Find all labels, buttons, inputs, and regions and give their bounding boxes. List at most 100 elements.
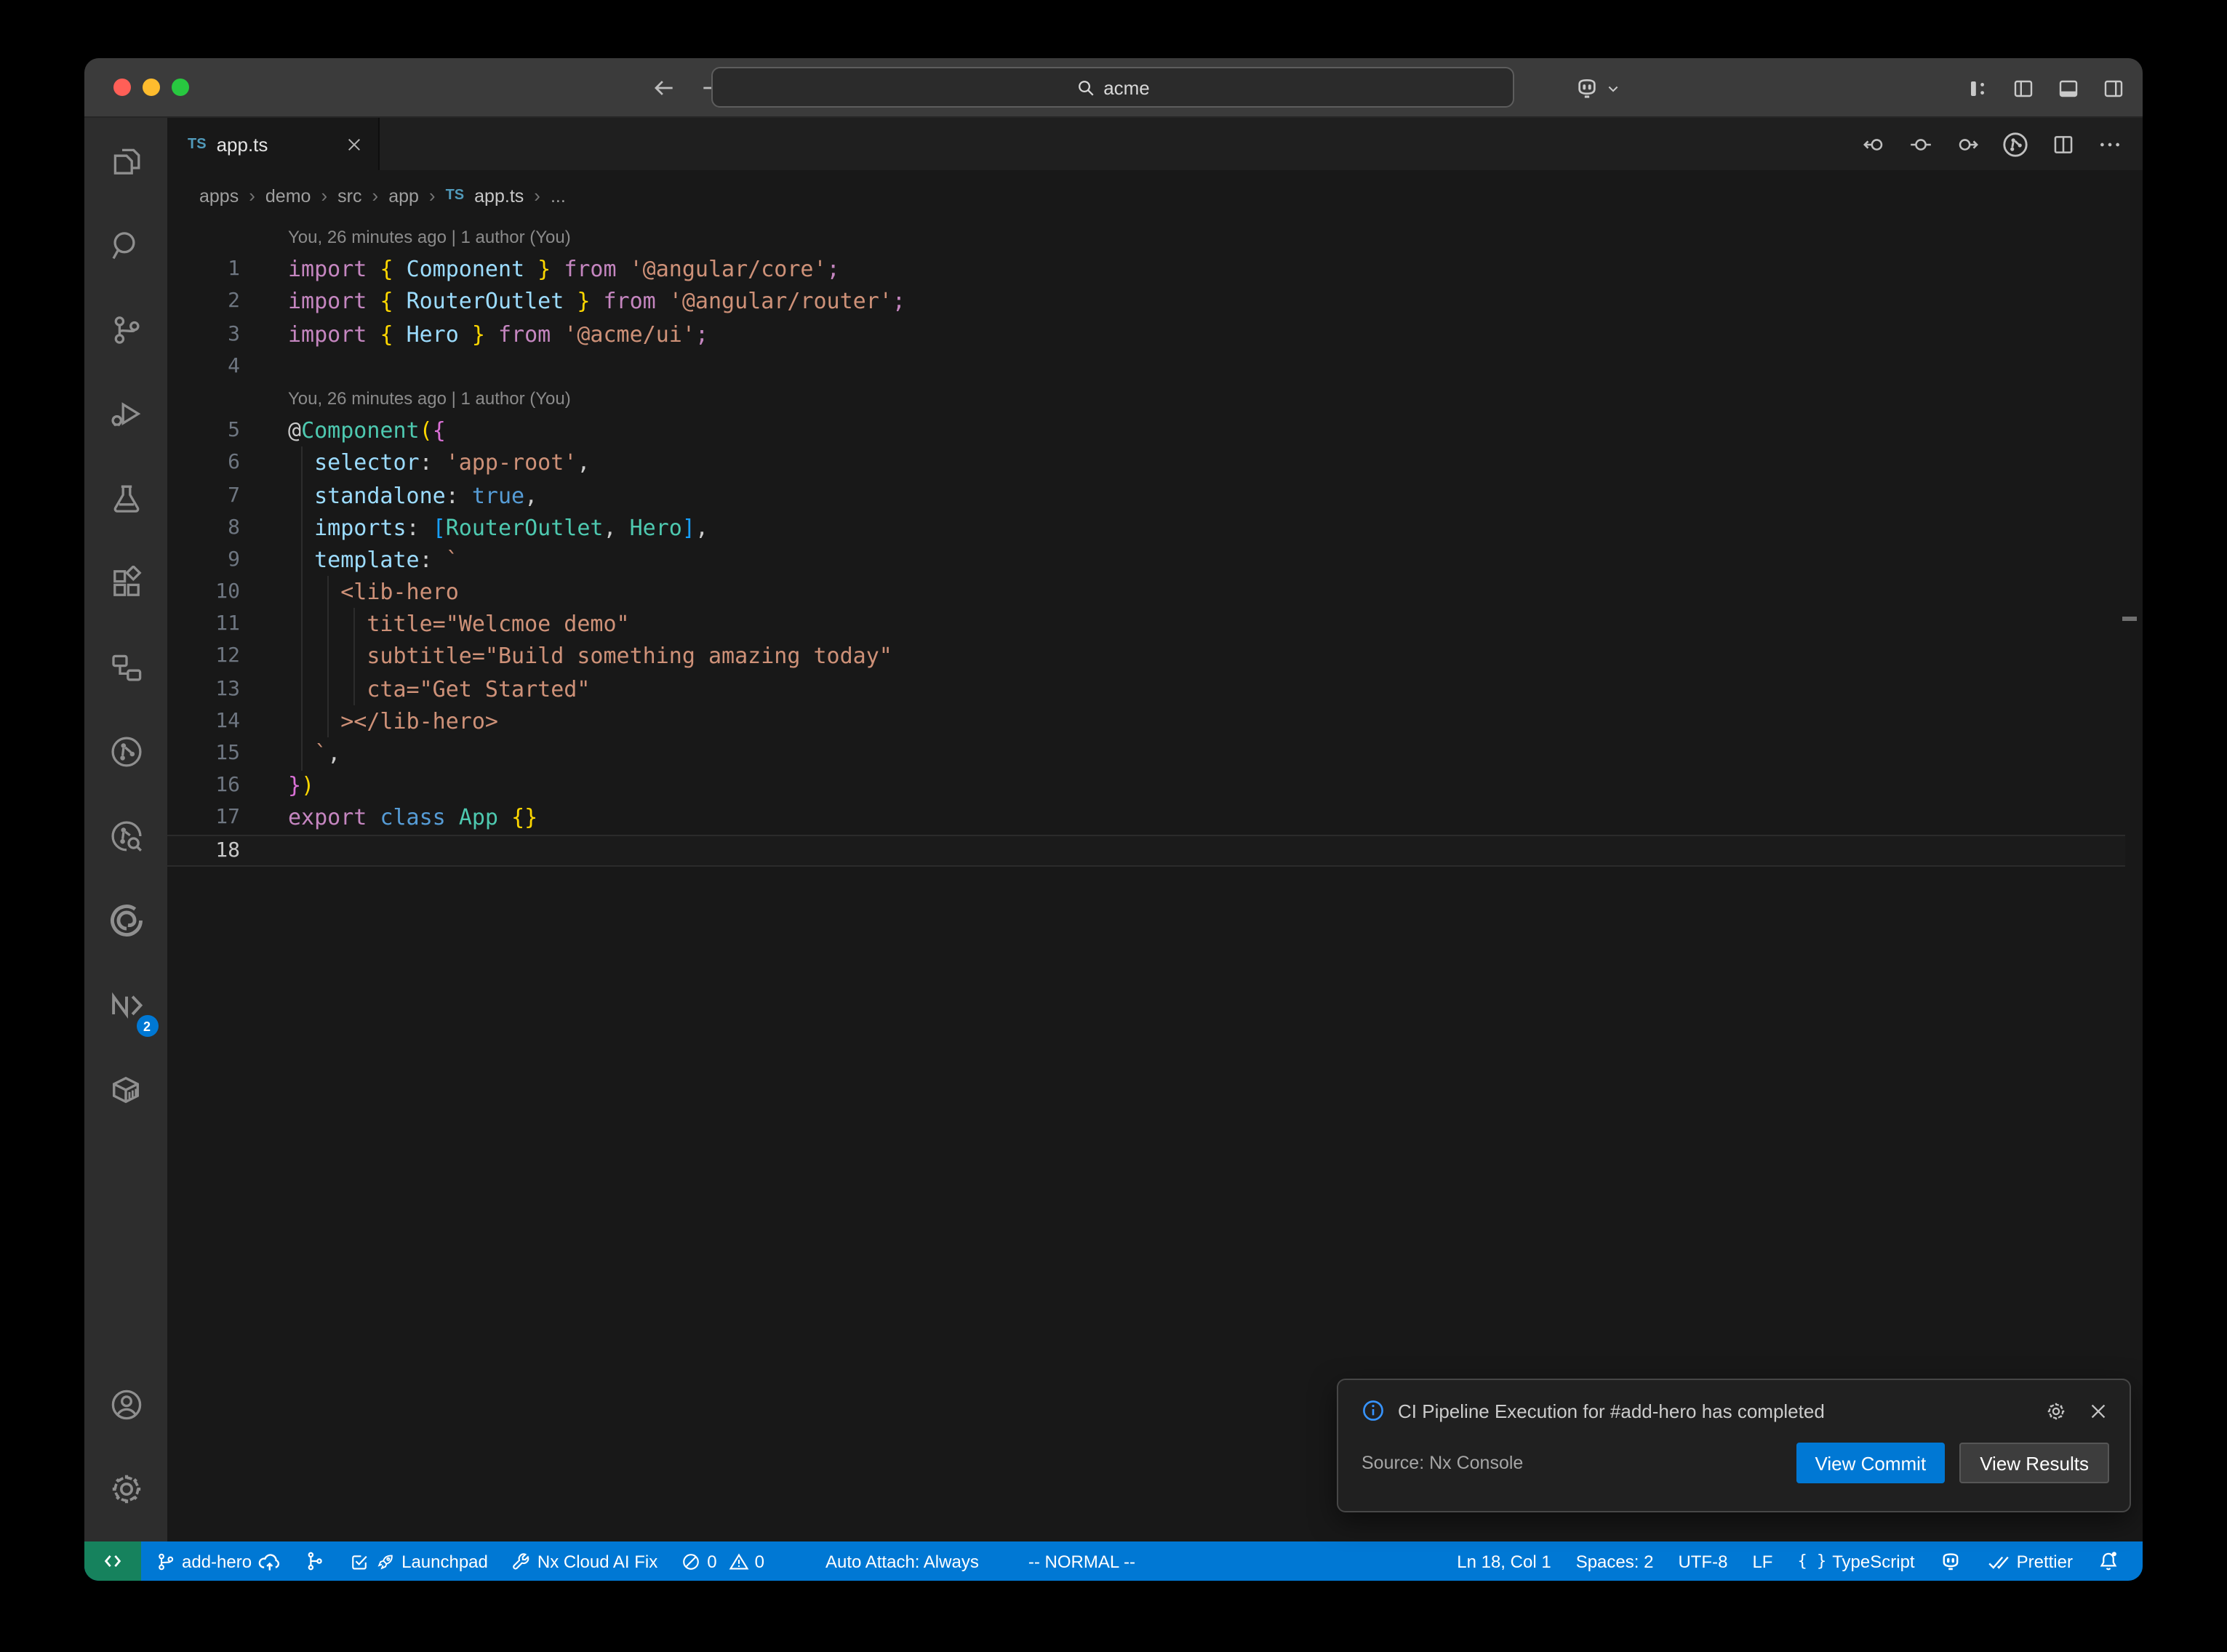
search-view-icon[interactable]: [91, 211, 161, 281]
gitlens-search-icon[interactable]: [91, 801, 161, 871]
command-center-search[interactable]: acme: [711, 67, 1514, 108]
code-line[interactable]: 14 ></lib-hero>: [167, 705, 2143, 737]
problems-item[interactable]: 0 0: [672, 1551, 773, 1571]
code-line[interactable]: 3import { Hero } from '@acme/ui';: [167, 318, 2143, 350]
toast-actions: [2045, 1400, 2109, 1422]
status-bar: add-hero: [84, 1541, 2143, 1581]
project-graph-icon[interactable]: [91, 633, 161, 702]
view-commit-button[interactable]: View Commit: [1796, 1443, 1946, 1483]
code-line[interactable]: 16}): [167, 769, 2143, 801]
editor-group: TS app.ts: [167, 118, 2143, 1541]
cursor-position-item[interactable]: Ln 18, Col 1: [1448, 1551, 1559, 1571]
code-line[interactable]: 13 cta="Get Started": [167, 673, 2143, 705]
layout-controls: [1967, 58, 2125, 118]
eol-item[interactable]: LF: [1743, 1551, 1781, 1571]
macos-zoom-button[interactable]: [172, 79, 189, 96]
indentation-item[interactable]: Spaces: 2: [1567, 1551, 1663, 1571]
code-line[interactable]: 2import { RouterOutlet } from '@angular/…: [167, 286, 2143, 318]
current-change-icon[interactable]: [1908, 132, 1933, 156]
wrench-icon: [511, 1551, 532, 1571]
encoding-item[interactable]: UTF-8: [1669, 1551, 1736, 1571]
open-commit-graph-icon[interactable]: [2002, 130, 2029, 158]
explorer-icon[interactable]: [91, 127, 161, 196]
language-item[interactable]: { } TypeScript: [1788, 1551, 1923, 1571]
nx-cloud-item[interactable]: Nx Cloud AI Fix: [503, 1551, 666, 1571]
breadcrumb-item-apps[interactable]: apps: [199, 185, 239, 206]
toggle-panel-icon[interactable]: [2057, 76, 2080, 100]
split-editor-icon[interactable]: [2051, 132, 2076, 156]
git-branch-item[interactable]: add-hero: [147, 1549, 289, 1573]
run-debug-icon[interactable]: [91, 380, 161, 449]
gear-icon[interactable]: [2045, 1400, 2067, 1422]
breadcrumb-item-app[interactable]: app: [388, 185, 419, 206]
code-line[interactable]: 5@Component({: [167, 414, 2143, 446]
auto-attach-item[interactable]: Auto Attach: Always: [817, 1551, 988, 1571]
accounts-icon[interactable]: [91, 1370, 161, 1440]
view-results-button[interactable]: View Results: [1959, 1443, 2109, 1483]
macos-minimize-button[interactable]: [143, 79, 160, 96]
code-line[interactable]: 17export class App {}: [167, 802, 2143, 834]
code-line[interactable]: 10 <lib-hero: [167, 576, 2143, 608]
go-back-icon[interactable]: [652, 76, 676, 100]
settings-gear-icon[interactable]: [91, 1454, 161, 1524]
line-number: 2: [167, 286, 288, 318]
next-change-icon[interactable]: [1955, 132, 1980, 156]
code-editor[interactable]: You, 26 minutes ago | 1 author (You)1imp…: [167, 221, 2143, 1541]
vim-mode-item[interactable]: -- NORMAL --: [1020, 1551, 1144, 1571]
code-text: `,: [288, 737, 340, 769]
testing-icon[interactable]: [91, 464, 161, 534]
toast-header: CI Pipeline Execution for #add-hero has …: [1338, 1380, 2130, 1422]
formatter-item[interactable]: Prettier: [1979, 1549, 2082, 1573]
macos-close-button[interactable]: [113, 79, 131, 96]
editor-actions: [1862, 118, 2122, 170]
customize-layout-icon[interactable]: [1967, 76, 1990, 100]
line-number: 7: [167, 479, 288, 511]
code-line[interactable]: 11 title="Welcmoe demo": [167, 609, 2143, 641]
nx-console-icon[interactable]: 2: [91, 970, 161, 1040]
titlebar: acme: [84, 58, 2143, 118]
breadcrumb-overflow[interactable]: ...: [551, 185, 566, 206]
breadcrumb-item-src[interactable]: src: [337, 185, 361, 206]
more-actions-icon[interactable]: [2098, 132, 2122, 156]
prev-change-icon[interactable]: [1862, 132, 1887, 156]
code-line[interactable]: 6 selector: 'app-root',: [167, 447, 2143, 479]
code-text: import { Component } from '@angular/core…: [288, 253, 840, 285]
code-line[interactable]: 12 subtitle="Build something amazing tod…: [167, 641, 2143, 673]
close-icon[interactable]: [2087, 1400, 2109, 1422]
edge-browser-icon[interactable]: [91, 886, 161, 955]
gitlens-graph-item[interactable]: [295, 1550, 335, 1572]
source-control-icon[interactable]: [91, 295, 161, 365]
toggle-secondary-sidebar-icon[interactable]: [2102, 76, 2125, 100]
commit-graph-icon[interactable]: [91, 717, 161, 787]
copilot-menu[interactable]: [1574, 58, 1620, 118]
breadcrumb-item-file[interactable]: app.ts: [474, 185, 524, 206]
code-line[interactable]: 15 `,: [167, 737, 2143, 769]
tab-app-ts[interactable]: TS app.ts: [167, 118, 380, 170]
toast-source: Source: Nx Console: [1362, 1453, 1523, 1473]
line-number: 14: [167, 705, 288, 737]
launchpad-label: Launchpad: [401, 1551, 488, 1571]
tab-close-icon[interactable]: [345, 135, 364, 153]
copilot-status-item[interactable]: [1931, 1549, 1972, 1573]
breadcrumb-item-demo[interactable]: demo: [265, 185, 311, 206]
line-number: 6: [167, 447, 288, 479]
nx-cloud-label: Nx Cloud AI Fix: [537, 1551, 657, 1571]
remote-indicator[interactable]: [84, 1541, 141, 1581]
code-line[interactable]: 9 template: `: [167, 544, 2143, 576]
code-line[interactable]: 18: [167, 834, 2143, 866]
blame-annotation[interactable]: You, 26 minutes ago | 1 author (You): [167, 221, 2143, 253]
line-number: 8: [167, 511, 288, 543]
code-line[interactable]: 8 imports: [RouterOutlet, Hero],: [167, 511, 2143, 543]
containers-icon[interactable]: [91, 1054, 161, 1124]
line-number: 18: [167, 834, 288, 866]
toggle-primary-sidebar-icon[interactable]: [2012, 76, 2035, 100]
code-line[interactable]: 4: [167, 350, 2143, 382]
launchpad-item[interactable]: Launchpad: [340, 1551, 497, 1571]
typescript-file-icon: TS: [446, 188, 465, 204]
code-line[interactable]: 7 standalone: true,: [167, 479, 2143, 511]
code-line[interactable]: 1import { Component } from '@angular/cor…: [167, 253, 2143, 285]
notifications-bell[interactable]: [2089, 1550, 2128, 1572]
extensions-icon[interactable]: [91, 548, 161, 618]
blame-annotation[interactable]: You, 26 minutes ago | 1 author (You): [167, 382, 2143, 414]
code-text: cta="Get Started": [288, 673, 590, 705]
